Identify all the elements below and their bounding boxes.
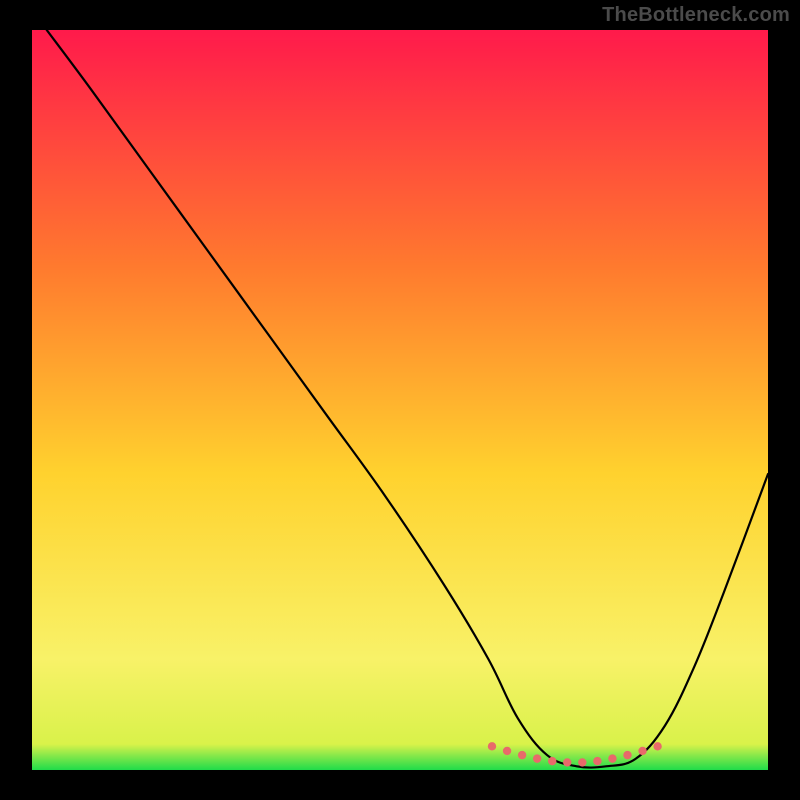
accent-dot — [623, 751, 631, 759]
accent-dot — [563, 758, 571, 766]
chart-frame: TheBottleneck.com — [0, 0, 800, 800]
gradient-background — [32, 30, 768, 770]
bottleneck-chart — [32, 30, 768, 770]
accent-dot — [503, 747, 511, 755]
accent-dot — [518, 751, 526, 759]
accent-dot — [488, 742, 496, 750]
accent-dot — [593, 757, 601, 765]
accent-dot — [533, 754, 541, 762]
plot-area — [32, 30, 768, 770]
accent-dot — [653, 742, 661, 750]
accent-dot — [548, 757, 556, 765]
watermark-text: TheBottleneck.com — [602, 4, 790, 27]
accent-dot — [638, 747, 646, 755]
accent-dot — [608, 754, 616, 762]
accent-dot — [578, 758, 586, 766]
